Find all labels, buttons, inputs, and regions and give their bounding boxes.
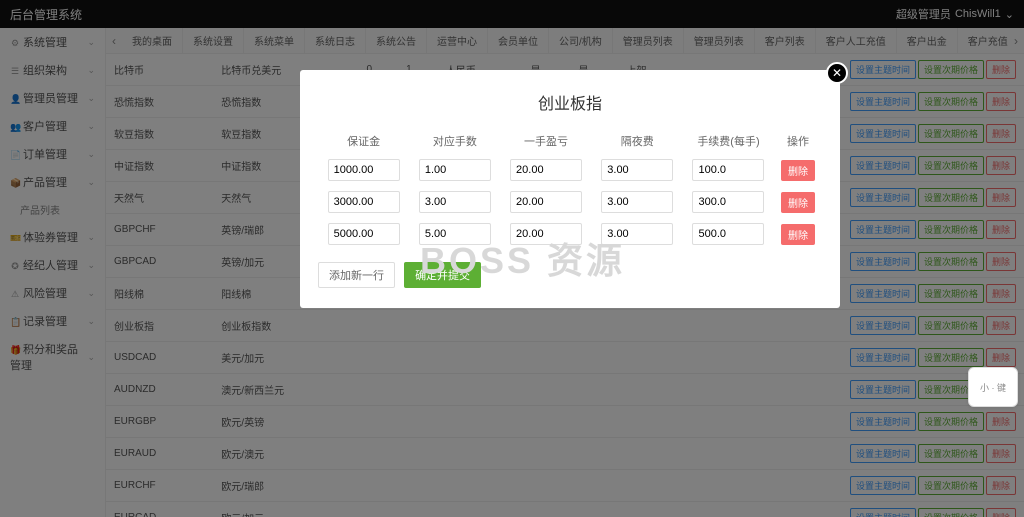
- float-widget[interactable]: 小 · 键: [968, 367, 1018, 407]
- lots-input[interactable]: [419, 223, 491, 245]
- row-delete-button[interactable]: 删除: [781, 224, 815, 245]
- submit-button[interactable]: 确定并提交: [404, 262, 481, 288]
- overnight-input[interactable]: [601, 159, 673, 181]
- deposit-input[interactable]: [328, 159, 400, 181]
- fee-input[interactable]: [692, 191, 764, 213]
- modal-title: 创业板指: [318, 90, 822, 114]
- row-delete-button[interactable]: 删除: [781, 160, 815, 181]
- modal-header: 对应手数: [409, 128, 500, 154]
- modal-dialog: ✕ 创业板指 保证金对应手数一手盈亏隔夜费手续费(每手)操作 删除删除删除 添加…: [300, 70, 840, 308]
- close-icon[interactable]: ✕: [826, 62, 848, 84]
- pnl-input[interactable]: [510, 191, 582, 213]
- deposit-input[interactable]: [328, 223, 400, 245]
- modal-table: 保证金对应手数一手盈亏隔夜费手续费(每手)操作 删除删除删除: [318, 128, 822, 250]
- modal-header: 一手盈亏: [500, 128, 591, 154]
- fee-input[interactable]: [692, 223, 764, 245]
- modal-header: 操作: [774, 128, 822, 154]
- row-delete-button[interactable]: 删除: [781, 192, 815, 213]
- fee-input[interactable]: [692, 159, 764, 181]
- modal-header: 手续费(每手): [683, 128, 774, 154]
- add-row-button[interactable]: 添加新一行: [318, 262, 395, 288]
- pnl-input[interactable]: [510, 159, 582, 181]
- modal-row: 删除: [318, 186, 822, 218]
- modal-row: 删除: [318, 218, 822, 250]
- lots-input[interactable]: [419, 159, 491, 181]
- modal-header: 隔夜费: [592, 128, 683, 154]
- lots-input[interactable]: [419, 191, 491, 213]
- overnight-input[interactable]: [601, 223, 673, 245]
- deposit-input[interactable]: [328, 191, 400, 213]
- modal-header: 保证金: [318, 128, 409, 154]
- overnight-input[interactable]: [601, 191, 673, 213]
- modal-row: 删除: [318, 154, 822, 186]
- pnl-input[interactable]: [510, 223, 582, 245]
